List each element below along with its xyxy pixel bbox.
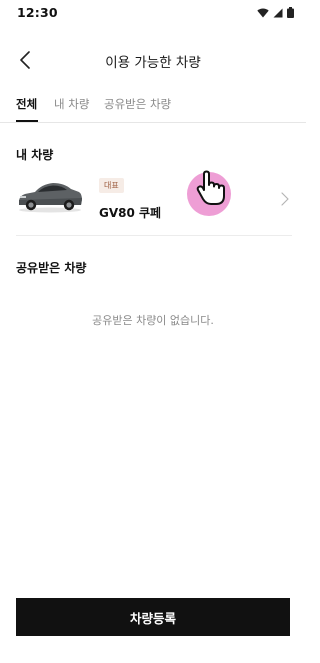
battery-icon [287,7,294,18]
shared-vehicles-section-title: 공유받은 차량 [16,261,87,275]
tabs-divider [0,122,306,123]
tab-all[interactable]: 전체 [16,96,37,112]
status-bar: 12:30 [0,0,306,28]
tab-bar: 전체 내 차량 공유받은 차량 [0,90,306,122]
signal-icon [273,8,283,17]
status-icons [257,7,294,18]
app-header: 이용 가능한 차량 [0,40,306,80]
hand-pointer-icon [196,170,225,205]
car-image [19,183,82,213]
status-time: 12:30 [17,5,58,20]
empty-state-message: 공유받은 차량이 없습니다. [92,314,214,327]
register-vehicle-button[interactable]: 차량등록 [16,598,290,636]
vehicle-list-item[interactable]: 대표 GV80 쿠페 [0,170,306,226]
page-title: 이용 가능한 차량 [105,55,201,71]
chevron-right-icon [281,192,289,206]
tab-my-vehicles[interactable]: 내 차량 [54,96,89,112]
row-divider [16,235,292,236]
my-vehicles-section-title: 내 차량 [16,148,54,162]
wifi-icon [257,8,269,17]
primary-vehicle-badge: 대표 [99,178,124,193]
tab-shared-vehicles[interactable]: 공유받은 차량 [104,96,171,112]
vehicle-name: GV80 쿠페 [99,206,162,220]
